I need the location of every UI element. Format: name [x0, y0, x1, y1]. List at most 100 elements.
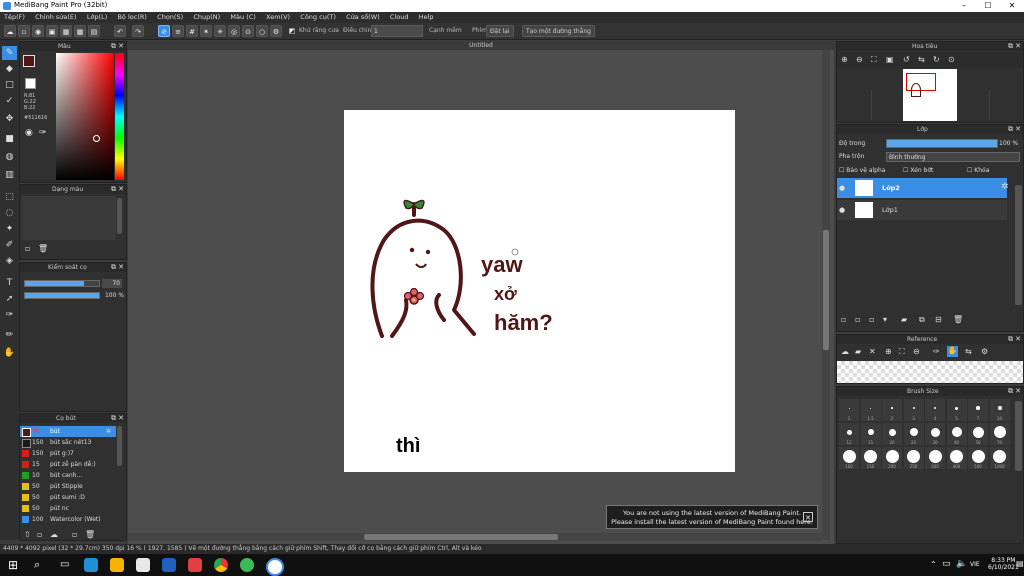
speaker-icon[interactable]: 🔈	[956, 559, 967, 569]
eye-icon[interactable]: ●	[839, 184, 845, 192]
panel-close-icon[interactable]: ✕	[1015, 42, 1021, 51]
delete-layer-icon[interactable]: 🗑	[953, 315, 963, 324]
menu-cloud[interactable]: Cloud	[386, 12, 413, 23]
menu-file[interactable]: Tệp(F)	[0, 12, 29, 23]
store-icon[interactable]	[136, 558, 150, 572]
snap-off-icon[interactable]: ⊘	[158, 25, 170, 37]
folder-icon[interactable]: ▰	[901, 315, 907, 324]
eraser-tool-icon[interactable]: ◆	[2, 62, 17, 76]
menu-help[interactable]: Help	[415, 12, 438, 23]
undock-icon[interactable]: ⧉	[1008, 125, 1013, 134]
close-button[interactable]: ✕	[1000, 0, 1024, 12]
redo-icon[interactable]: ↷	[132, 25, 144, 37]
edge-soft-checkbox[interactable]: Cạnh mềm	[429, 27, 462, 34]
copy-brush-icon[interactable]: ▫	[72, 530, 77, 539]
update-notice[interactable]: You are not using the latest version of …	[606, 505, 818, 529]
minimize-button[interactable]: –	[952, 0, 976, 12]
undock-icon[interactable]: ⧉	[111, 414, 116, 423]
cloud-icon[interactable]: ☁	[4, 25, 16, 37]
brush-size-cell[interactable]: 15	[860, 423, 881, 445]
brush-size-cell[interactable]: 100	[839, 447, 859, 469]
horizontal-scrollbar[interactable]	[128, 533, 822, 541]
color-wheel-icon[interactable]: ◉	[25, 128, 33, 138]
undo-icon[interactable]: ↶	[114, 25, 126, 37]
new-icon[interactable]: ▫	[18, 25, 30, 37]
grid2-icon[interactable]: ▦	[74, 25, 86, 37]
scrollbar[interactable]	[1015, 185, 1022, 305]
hand-tool-icon[interactable]: ✋	[2, 346, 17, 360]
clock[interactable]: 8:33 PM 6/10/2021	[988, 557, 1019, 571]
undock-icon[interactable]: ⧉	[111, 185, 116, 194]
panel-close-icon[interactable]: ✕	[118, 185, 124, 194]
snap-radial-icon[interactable]: ✳	[214, 25, 226, 37]
brush-item[interactable]: 15 pút zễ pàn dễ:)	[20, 459, 116, 470]
blend-mode-select[interactable]: Bình thường	[886, 152, 1020, 162]
brush-size-value[interactable]: 70	[102, 279, 122, 288]
panel-close-icon[interactable]: ✕	[118, 414, 124, 423]
panel-close-icon[interactable]: ✕	[1015, 387, 1021, 396]
brush-size-cell[interactable]: 4	[925, 399, 945, 421]
brush-size-cell[interactable]: 70	[989, 423, 1010, 445]
snap-circle-icon[interactable]: ◎	[228, 25, 240, 37]
brush-size-cell[interactable]: 5	[946, 399, 967, 421]
menu-snap[interactable]: Chụp(N)	[189, 12, 224, 23]
edge-icon[interactable]	[84, 558, 98, 572]
brush-opacity-slider[interactable]	[24, 292, 100, 299]
scrollbar[interactable]	[117, 198, 122, 234]
cloud-icon[interactable]: ☁	[841, 347, 849, 356]
brush-item[interactable]: 150 pút g:)7	[20, 448, 116, 459]
app-icon[interactable]	[240, 558, 254, 572]
gradient-tool-icon[interactable]: ▥	[2, 168, 17, 182]
pen-divide-icon[interactable]: ✏	[2, 328, 17, 342]
brush-size-cell[interactable]: 500	[968, 447, 988, 469]
brush-size-cell[interactable]: 1	[839, 399, 859, 421]
hue-slider[interactable]	[115, 53, 124, 180]
flip-icon[interactable]: ⇆	[918, 55, 925, 64]
chat-icon[interactable]: ◉	[32, 25, 44, 37]
color-picker-cursor[interactable]	[93, 135, 100, 142]
eyedropper-icon[interactable]: ✑	[933, 347, 940, 356]
chrome-icon[interactable]	[214, 558, 228, 572]
layer-row[interactable]: ● Lớp2 ✲	[837, 178, 1009, 198]
file-explorer-icon[interactable]	[110, 558, 124, 572]
select-pen-icon[interactable]: ✐	[2, 238, 17, 252]
delete-color-icon[interactable]: 🗑	[38, 244, 48, 253]
settings-icon[interactable]: ⚙	[981, 347, 988, 356]
select-eraser-icon[interactable]: ◈	[2, 254, 17, 268]
panel-close-icon[interactable]: ✕	[118, 42, 124, 51]
navigator-preview[interactable]	[903, 69, 957, 121]
protect-alpha-checkbox[interactable]: ☐ Bảo vệ alpha	[839, 167, 885, 174]
zoom-in-icon[interactable]: ⊕	[841, 55, 848, 64]
new-layer-icon[interactable]: ▫	[841, 315, 846, 324]
antialias-label[interactable]: Khử răng cưa	[299, 27, 339, 34]
brush-size-cell[interactable]: 40	[946, 423, 967, 445]
operation-tool-icon[interactable]: ➚	[2, 292, 17, 306]
layer-row[interactable]: ● Lớp1	[837, 200, 1007, 220]
rotate-left-icon[interactable]: ↺	[903, 55, 910, 64]
brush-size-cell[interactable]: 400	[946, 447, 967, 469]
gear-icon[interactable]: ✲	[1001, 182, 1009, 192]
brush-size-cell[interactable]: 2	[882, 399, 902, 421]
close-icon[interactable]: ✕	[803, 512, 813, 522]
brush-item[interactable]: 100 Watercolor (Wet)	[20, 514, 116, 525]
menu-layer[interactable]: Lớp(L)	[83, 12, 111, 23]
zoom-in-icon[interactable]: ⊕	[885, 347, 892, 356]
panel-close-icon[interactable]: ✕	[118, 263, 124, 272]
undock-icon[interactable]: ⧉	[1008, 335, 1013, 344]
language-indicator[interactable]: VIE	[970, 561, 980, 568]
cloud-brush-icon[interactable]: ☁	[50, 530, 58, 539]
brush-opacity-value[interactable]: 100 %	[102, 291, 124, 300]
brush-size-cell[interactable]: 12	[839, 423, 859, 445]
drawing-canvas[interactable]: yaw xở hăm? thì	[344, 110, 735, 472]
windows-start-icon[interactable]: ⊞	[8, 558, 18, 572]
menu-color[interactable]: Màu (C)	[226, 12, 259, 23]
fit-icon[interactable]: ⛶	[871, 55, 877, 65]
brush-size-cell[interactable]: 300	[925, 447, 945, 469]
hand-icon[interactable]: ✋	[947, 346, 958, 357]
reference-view[interactable]	[837, 361, 1023, 383]
brush-size-slider[interactable]	[24, 280, 100, 287]
lock-checkbox[interactable]: ☐ Khóa	[967, 167, 989, 174]
snap-curve-icon[interactable]: ⊙	[242, 25, 254, 37]
maximize-button[interactable]: ☐	[976, 0, 1000, 12]
brush-size-cell[interactable]: 250	[903, 447, 924, 469]
